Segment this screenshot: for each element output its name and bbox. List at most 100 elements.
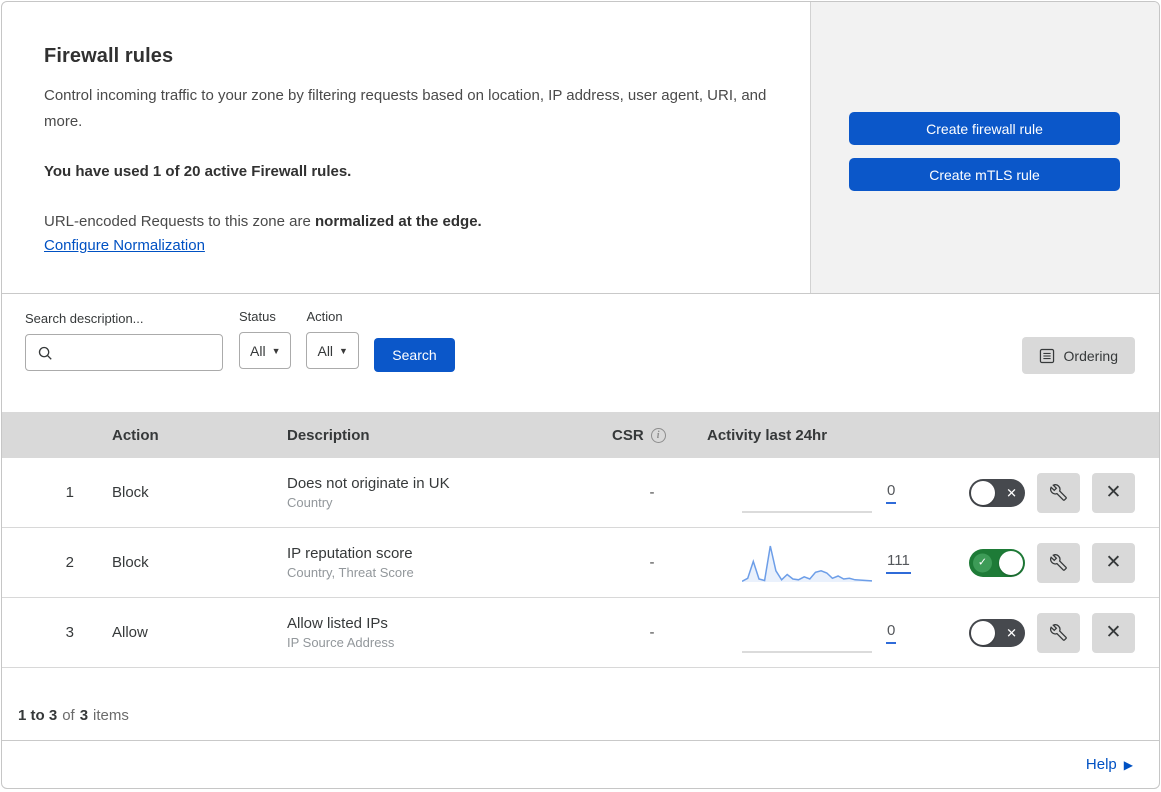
- rule-description-cell: IP reputation score Country, Threat Scor…: [267, 545, 597, 580]
- configure-normalization-link[interactable]: Configure Normalization: [44, 237, 205, 254]
- action-filter-group: Action All ▼: [306, 309, 359, 369]
- items-label: items: [93, 706, 129, 724]
- toggle-off-icon: ✕: [1006, 625, 1017, 640]
- status-filter-group: Status All ▼: [239, 309, 292, 369]
- close-icon: ✕: [1105, 482, 1122, 503]
- rule-controls: ✕ ✓ ✕: [969, 612, 1159, 653]
- chevron-down-icon: ▼: [339, 345, 348, 356]
- usage-summary: You have used 1 of 20 active Firewall ru…: [44, 163, 352, 180]
- rules-table: Action Description CSR i Activity last 2…: [2, 412, 1159, 668]
- search-input[interactable]: [60, 344, 214, 361]
- rule-activity-cell: 0: [707, 611, 969, 655]
- rule-controls: ✕ ✓ ✕: [969, 542, 1159, 583]
- rule-description-cell: Does not originate in UK Country: [267, 475, 597, 510]
- action-dropdown-value: All: [317, 342, 334, 359]
- help-link[interactable]: Help ▶: [1086, 756, 1133, 773]
- rule-description: IP reputation score: [287, 545, 413, 562]
- search-icon: [37, 345, 53, 361]
- rule-activity-cell: 111: [707, 541, 969, 585]
- csr-header-label: CSR: [612, 426, 644, 444]
- items-range: 1 to 3: [18, 706, 58, 724]
- toggle-on-icon: ✓: [973, 553, 992, 572]
- rule-priority: 2: [65, 554, 74, 571]
- rule-csr: -: [649, 624, 655, 641]
- rule-action: Block: [112, 484, 149, 501]
- edit-rule-button[interactable]: [1037, 542, 1080, 583]
- activity-sparkline: [742, 471, 872, 515]
- delete-rule-button[interactable]: ✕: [1092, 542, 1135, 583]
- rule-controls: ✕ ✓ ✕: [969, 472, 1159, 513]
- firewall-rules-page: Firewall rules Control incoming traffic …: [1, 1, 1160, 789]
- rule-enabled-toggle[interactable]: ✕ ✓: [969, 548, 1025, 577]
- table-row: 3 Allow Allow listed IPs IP Source Addre…: [2, 598, 1159, 668]
- activity-sparkline: [742, 611, 872, 655]
- activity-count-link[interactable]: 111: [886, 552, 911, 574]
- create-mtls-rule-button[interactable]: Create mTLS rule: [849, 158, 1120, 191]
- filter-toolbar: Search description... Status All ▼ Actio…: [2, 294, 1159, 412]
- header-text-area: Firewall rules Control incoming traffic …: [2, 2, 811, 293]
- rule-fields: Country, Threat Score: [287, 565, 414, 580]
- rule-csr: -: [649, 484, 655, 501]
- close-icon: ✕: [1105, 622, 1122, 643]
- rule-action: Block: [112, 554, 149, 571]
- help-footer: Help ▶: [2, 740, 1159, 788]
- rule-enabled-toggle[interactable]: ✕ ✓: [969, 478, 1025, 507]
- table-row: 2 Block IP reputation score Country, Thr…: [2, 528, 1159, 598]
- rule-description: Does not originate in UK: [287, 475, 450, 492]
- help-link-label: Help: [1085, 756, 1117, 773]
- help-arrow-icon: ▶: [1123, 757, 1133, 772]
- items-total: 3: [79, 706, 89, 724]
- rule-priority: 1: [65, 484, 74, 501]
- toggle-knob: [971, 480, 995, 505]
- activity-sparkline: [742, 541, 872, 585]
- delete-rule-button[interactable]: ✕: [1092, 472, 1135, 513]
- chevron-down-icon: ▼: [271, 345, 281, 356]
- column-header-description: Description: [287, 426, 370, 444]
- rule-priority: 3: [65, 624, 74, 641]
- page-title: Firewall rules: [44, 45, 174, 67]
- search-filter-group: Search description...: [25, 311, 223, 371]
- rule-fields: Country: [287, 495, 333, 510]
- table-row: 1 Block Does not originate in UK Country…: [2, 458, 1159, 528]
- edit-rule-button[interactable]: [1037, 472, 1080, 513]
- rule-description-cell: Allow listed IPs IP Source Address: [267, 615, 597, 650]
- search-box[interactable]: [25, 334, 223, 371]
- action-label: Action: [306, 309, 343, 324]
- column-header-activity: Activity last 24hr: [707, 426, 828, 444]
- column-header-action: Action: [112, 426, 159, 444]
- ordering-button[interactable]: Ordering: [1021, 337, 1135, 374]
- rule-action: Allow: [112, 624, 148, 641]
- rule-fields: IP Source Address: [287, 635, 395, 650]
- rule-csr: -: [649, 554, 655, 571]
- create-firewall-rule-button[interactable]: Create firewall rule: [849, 112, 1120, 145]
- status-label: Status: [239, 309, 276, 324]
- delete-rule-button[interactable]: ✕: [1092, 612, 1135, 653]
- toggle-off-icon: ✕: [1006, 485, 1017, 500]
- toggle-knob: [999, 550, 1023, 575]
- rule-activity-cell: 0: [707, 471, 969, 515]
- activity-count-link[interactable]: 0: [886, 482, 897, 504]
- rule-enabled-toggle[interactable]: ✕ ✓: [969, 618, 1025, 647]
- header-actions-panel: Create firewall rule Create mTLS rule: [811, 2, 1159, 293]
- search-label: Search description...: [25, 311, 144, 326]
- action-dropdown[interactable]: All ▼: [306, 332, 359, 369]
- table-header-row: Action Description CSR i Activity last 2…: [2, 412, 1159, 458]
- normalization-prefix: URL-encoded Requests to this zone are: [44, 213, 315, 230]
- status-dropdown-value: All: [250, 342, 266, 359]
- header-card: Firewall rules Control incoming traffic …: [2, 2, 1159, 294]
- items-of-text: of: [62, 706, 75, 724]
- normalization-note: URL-encoded Requests to this zone are no…: [44, 209, 770, 235]
- activity-count-link[interactable]: 0: [886, 622, 897, 644]
- wrench-icon: [1050, 554, 1067, 571]
- status-dropdown[interactable]: All ▼: [239, 332, 292, 369]
- wrench-icon: [1050, 484, 1067, 501]
- list-icon: [1039, 348, 1055, 364]
- rule-description: Allow listed IPs: [287, 615, 388, 632]
- ordering-button-label: Ordering: [1063, 347, 1118, 364]
- wrench-icon: [1050, 624, 1067, 641]
- edit-rule-button[interactable]: [1037, 612, 1080, 653]
- column-header-csr: CSR i: [597, 427, 707, 444]
- search-button[interactable]: Search: [373, 338, 455, 372]
- normalization-bold: normalized at the edge.: [315, 213, 482, 230]
- info-icon[interactable]: i: [650, 427, 666, 443]
